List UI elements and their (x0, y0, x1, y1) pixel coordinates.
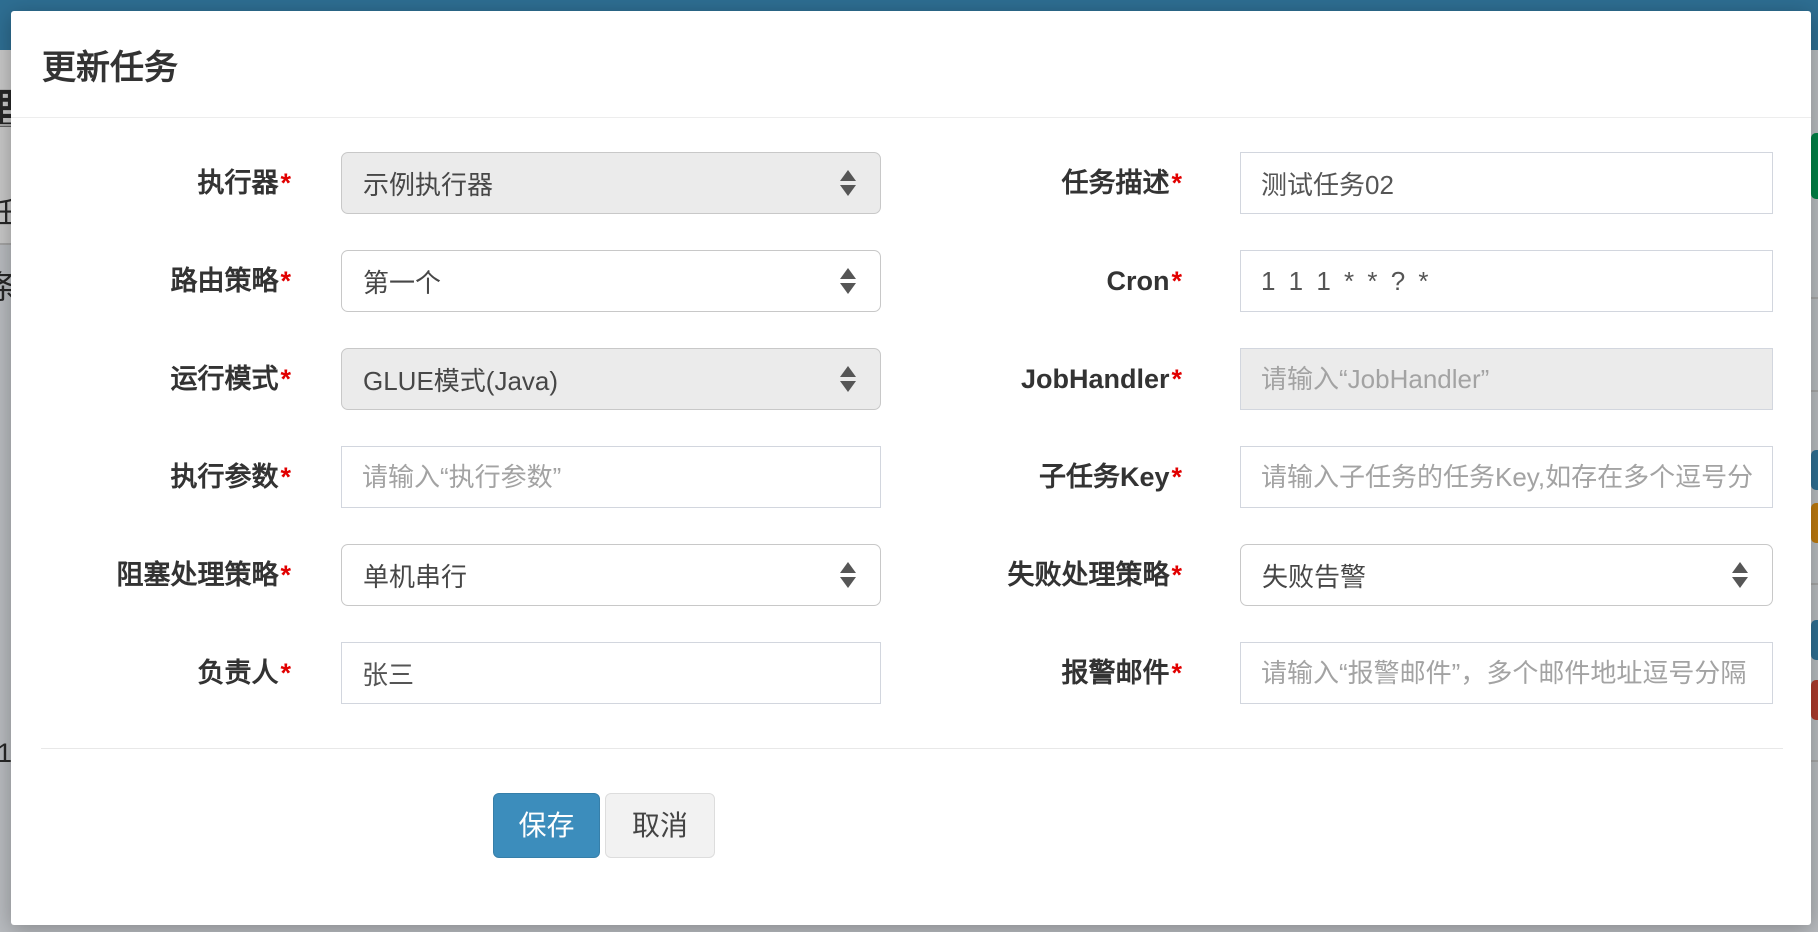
executor-select[interactable]: 示例执行器 (341, 152, 881, 214)
required-asterisk: * (280, 266, 291, 296)
form-row: 路由策略* 第一个 Cron* (41, 250, 1783, 312)
jobhandler-label: JobHandler* (926, 348, 1240, 410)
select-arrows-icon (840, 562, 856, 588)
glue-type-select-value: GLUE模式(Java) (363, 361, 558, 398)
required-asterisk: * (1171, 364, 1182, 394)
form-row: 执行参数* 子任务Key* (41, 446, 1783, 508)
required-asterisk: * (1171, 462, 1182, 492)
executor-select-value: 示例执行器 (363, 165, 493, 202)
required-asterisk: * (1171, 560, 1182, 590)
select-arrows-icon (840, 366, 856, 392)
executor-param-input[interactable] (341, 446, 881, 508)
required-asterisk: * (1171, 168, 1182, 198)
fail-strategy-label: 失败处理策略* (926, 544, 1240, 606)
route-strategy-select[interactable]: 第一个 (341, 250, 881, 312)
modal-title: 更新任务 (42, 40, 178, 89)
required-asterisk: * (1171, 658, 1182, 688)
block-strategy-select[interactable]: 单机串行 (341, 544, 881, 606)
field-child-jobkey: 子任务Key* (926, 446, 1783, 508)
required-asterisk: * (280, 364, 291, 394)
author-input[interactable] (341, 642, 881, 704)
form-row: 运行模式* GLUE模式(Java) JobHandler* (41, 348, 1783, 410)
button-row: 保存 取消 (41, 793, 1783, 858)
field-task-description: 任务描述* (926, 152, 1783, 214)
block-strategy-select-value: 单机串行 (363, 557, 467, 594)
child-jobkey-label: 子任务Key* (926, 446, 1240, 508)
glue-type-label: 运行模式* (41, 348, 341, 410)
required-asterisk: * (280, 658, 291, 688)
field-cron: Cron* (926, 250, 1783, 312)
field-alarm-email: 报警邮件* (926, 642, 1783, 704)
field-executor: 执行器* 示例执行器 (41, 152, 926, 214)
cron-label: Cron* (926, 250, 1240, 312)
modal-body: 执行器* 示例执行器 任务描述* 路由策略* 第一个 Cron (11, 118, 1811, 858)
author-label: 负责人* (41, 642, 341, 704)
field-executor-param: 执行参数* (41, 446, 926, 508)
fail-strategy-select-value: 失败告警 (1262, 557, 1366, 594)
jobhandler-input[interactable] (1240, 348, 1773, 410)
field-fail-strategy: 失败处理策略* 失败告警 (926, 544, 1783, 606)
form-row: 负责人* 报警邮件* (41, 642, 1783, 704)
save-button[interactable]: 保存 (493, 793, 600, 858)
route-strategy-label: 路由策略* (41, 250, 341, 312)
route-strategy-select-value: 第一个 (363, 263, 441, 300)
task-description-label: 任务描述* (926, 152, 1240, 214)
cron-input[interactable] (1240, 250, 1773, 312)
required-asterisk: * (280, 168, 291, 198)
select-arrows-icon (1732, 562, 1748, 588)
executor-param-label: 执行参数* (41, 446, 341, 508)
form-row: 阻塞处理策略* 单机串行 失败处理策略* 失败告警 (41, 544, 1783, 606)
field-jobhandler: JobHandler* (926, 348, 1783, 410)
block-strategy-label: 阻塞处理策略* (41, 544, 341, 606)
modal-header: 更新任务 (11, 11, 1811, 118)
required-asterisk: * (1171, 266, 1182, 296)
executor-label: 执行器* (41, 152, 341, 214)
field-glue-type: 运行模式* GLUE模式(Java) (41, 348, 926, 410)
child-jobkey-input[interactable] (1240, 446, 1773, 508)
select-arrows-icon (840, 268, 856, 294)
field-block-strategy: 阻塞处理策略* 单机串行 (41, 544, 926, 606)
alarm-email-input[interactable] (1240, 642, 1773, 704)
update-task-modal: 更新任务 执行器* 示例执行器 任务描述* 路由策略* 第一个 (11, 11, 1811, 925)
alarm-email-label: 报警邮件* (926, 642, 1240, 704)
task-description-input[interactable] (1240, 152, 1773, 214)
fail-strategy-select[interactable]: 失败告警 (1240, 544, 1773, 606)
cancel-button[interactable]: 取消 (605, 793, 715, 858)
field-author: 负责人* (41, 642, 926, 704)
form-footer-divider (41, 748, 1783, 749)
select-arrows-icon (840, 170, 856, 196)
form-row: 执行器* 示例执行器 任务描述* (41, 152, 1783, 214)
required-asterisk: * (280, 560, 291, 590)
glue-type-select[interactable]: GLUE模式(Java) (341, 348, 881, 410)
field-route-strategy: 路由策略* 第一个 (41, 250, 926, 312)
required-asterisk: * (280, 462, 291, 492)
